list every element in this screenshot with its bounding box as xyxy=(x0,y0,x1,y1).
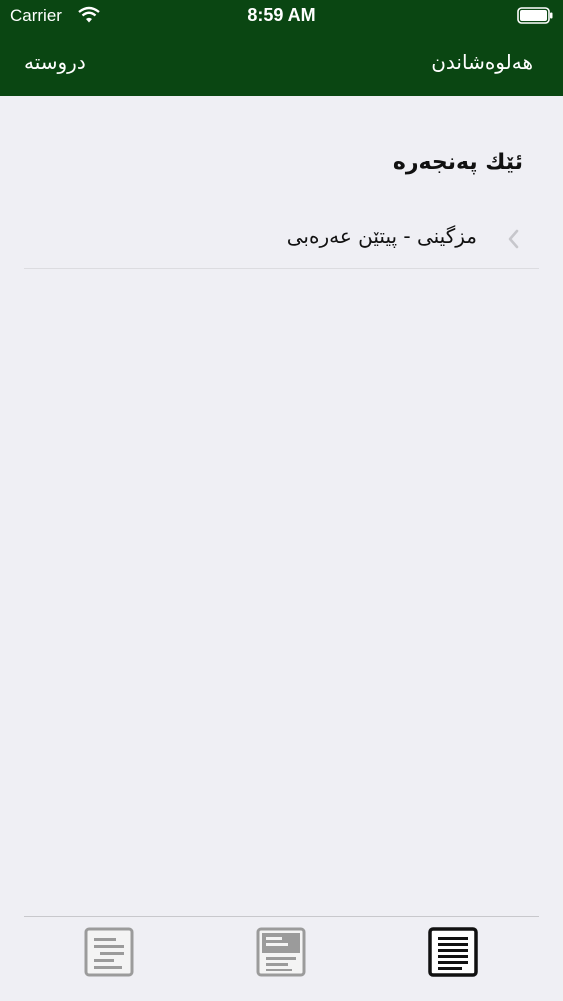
tab-bar xyxy=(24,916,539,1001)
status-time: 8:59 AM xyxy=(247,5,316,25)
list-item-label: مزگینی - پیتێن عەرەبی xyxy=(286,224,477,248)
page-lines-icon xyxy=(428,927,478,977)
text-lines-icon xyxy=(84,927,134,977)
chevron-left-icon xyxy=(508,229,519,249)
tab-text-lines[interactable] xyxy=(84,927,134,977)
section-header: ئێك پەنجەرە xyxy=(392,150,523,175)
status-bar: Carrier 8:59 AM xyxy=(0,0,563,32)
tab-page-lines[interactable] xyxy=(428,927,478,977)
cancel-button[interactable]: هەلوەشاندن xyxy=(431,50,533,74)
done-button[interactable]: دروسته xyxy=(24,50,86,74)
battery-icon xyxy=(517,7,553,24)
document-block-icon xyxy=(256,927,306,977)
tab-document-block[interactable] xyxy=(256,927,306,977)
list-item[interactable]: مزگینی - پیتێن عەرەبی xyxy=(24,210,539,269)
navigation-bar: دروسته هەلوەشاندن xyxy=(0,32,563,96)
